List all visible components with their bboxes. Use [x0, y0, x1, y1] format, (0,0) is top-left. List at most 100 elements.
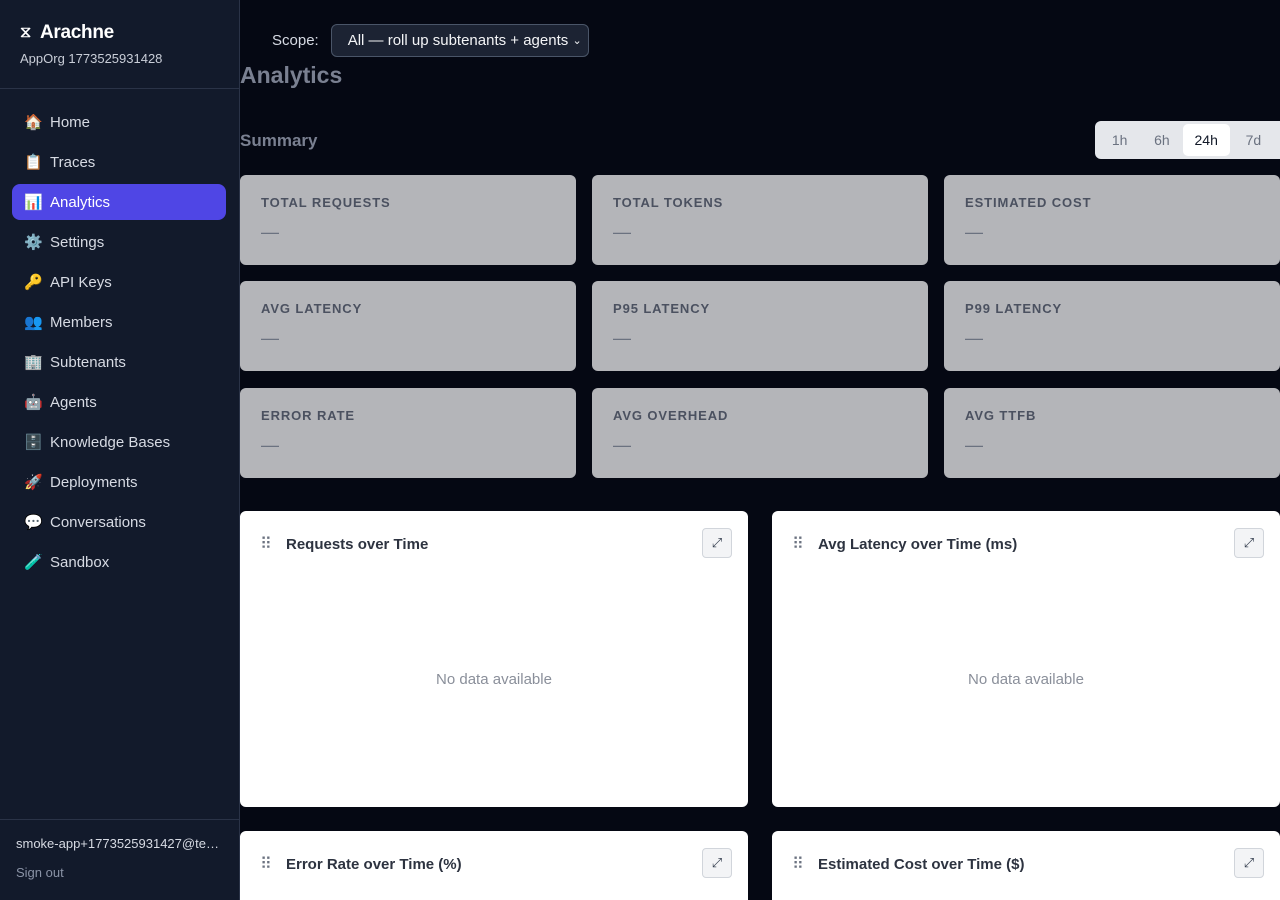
metric-label: ESTIMATED COST: [965, 195, 1092, 210]
key-icon: 🔑: [24, 274, 43, 291]
sidebar-nav: 🏠 Home 📋 Traces 📊 Analytics ⚙️ Settings 🔑 API Key…: [0, 89, 239, 580]
chart-panel: ⠿ Requests over Time ⤢ No data available: [240, 511, 748, 807]
metric-value: —: [261, 222, 279, 242]
metric-card-avg-latency: AVG LATENCY —: [240, 281, 576, 371]
metric-label: ERROR RATE: [261, 408, 355, 423]
chart-panel: ⠿ Estimated Cost over Time ($) ⤢: [772, 831, 1280, 900]
people-icon: 👥: [24, 314, 43, 331]
sidebar-item-members[interactable]: 👥 Members: [12, 304, 226, 340]
sidebar-item-knowledge-bases[interactable]: 🗄️ Knowledge Bases: [12, 424, 226, 460]
metric-card-p99-latency: P99 LATENCY —: [944, 281, 1280, 371]
range-button-7d[interactable]: 7d: [1230, 124, 1277, 156]
chart-title: Estimated Cost over Time ($): [818, 855, 1025, 873]
drag-handle-icon[interactable]: ⠿: [792, 854, 806, 874]
metric-value: —: [613, 435, 631, 455]
sidebar-item-agents[interactable]: 🤖 Agents: [12, 384, 226, 420]
sidebar-item-deployments[interactable]: 🚀 Deployments: [12, 464, 226, 500]
expand-icon[interactable]: ⤢: [1234, 848, 1264, 878]
metric-value: —: [965, 328, 983, 348]
chart-header: ⠿ Estimated Cost over Time ($): [792, 854, 1024, 874]
metric-label: AVG LATENCY: [261, 301, 363, 316]
building-icon: 🏢: [24, 354, 43, 371]
sidebar-item-traces[interactable]: 📋 Traces: [12, 144, 226, 180]
metric-label: P95 LATENCY: [613, 301, 711, 316]
scope-label: Scope:: [272, 32, 319, 49]
speech-bubble-icon: 💬: [24, 514, 43, 531]
sidebar-item-label: Analytics: [50, 193, 111, 211]
sidebar-item-label: Sandbox: [50, 553, 110, 571]
metric-card-p95-latency: P95 LATENCY —: [592, 281, 928, 371]
main-content: Scope: All — roll up subtenants + agents…: [240, 0, 1280, 900]
metric-value: —: [965, 222, 983, 242]
sidebar-item-home[interactable]: 🏠 Home: [12, 104, 226, 140]
expand-icon[interactable]: ⤢: [1234, 528, 1264, 558]
chart-title: Avg Latency over Time (ms): [818, 535, 1018, 553]
test-tube-icon: 🧪: [24, 554, 43, 571]
cabinet-icon: 🗄️: [24, 434, 43, 451]
chart-header: ⠿ Avg Latency over Time (ms): [792, 534, 1017, 554]
scope-selected-value: All — roll up subtenants + agents: [347, 32, 569, 49]
sidebar-item-sandbox[interactable]: 🧪 Sandbox: [12, 544, 226, 580]
metric-label: TOTAL REQUESTS: [261, 195, 391, 210]
expand-icon[interactable]: ⤢: [702, 528, 732, 558]
metric-card-avg-overhead: AVG OVERHEAD —: [592, 388, 928, 478]
summary-heading: Summary: [240, 131, 318, 150]
chevron-down-icon: ⌄: [572, 35, 582, 47]
scope-row: Scope: All — roll up subtenants + agents…: [272, 24, 589, 57]
metric-label: TOTAL TOKENS: [613, 195, 724, 210]
sign-out-link[interactable]: Sign out: [16, 865, 223, 880]
sidebar-item-label: Traces: [50, 153, 96, 171]
sidebar-item-label: Subtenants: [50, 353, 126, 371]
chart-panel: ⠿ Avg Latency over Time (ms) ⤢ No data avai…: [772, 511, 1280, 807]
metric-value: —: [965, 435, 983, 455]
chart-header: ⠿ Requests over Time: [260, 534, 428, 554]
metric-card-avg-ttfb: AVG TTFB —: [944, 388, 1280, 478]
gear-icon: ⚙️: [24, 234, 43, 251]
metric-value: —: [613, 222, 631, 242]
sidebar-item-label: Agents: [50, 393, 97, 411]
page-title: Analytics: [240, 62, 343, 88]
brand-name: Arachne: [40, 22, 114, 43]
clipboard-icon: 📋: [24, 154, 43, 171]
sidebar-item-conversations[interactable]: 💬 Conversations: [12, 504, 226, 540]
scope-select[interactable]: All — roll up subtenants + agents ⌄: [330, 24, 589, 57]
robot-icon: 🤖: [24, 394, 43, 411]
sidebar-item-label: Home: [50, 113, 91, 131]
metric-value: —: [261, 435, 279, 455]
range-button-24h[interactable]: 24h: [1182, 124, 1230, 156]
sidebar-item-subtenants[interactable]: 🏢 Subtenants: [12, 344, 226, 380]
chart-title: Error Rate over Time (%): [286, 855, 462, 873]
range-button-6h[interactable]: 6h: [1141, 124, 1182, 156]
metric-value: —: [261, 328, 279, 348]
no-data-message: No data available: [436, 671, 552, 688]
chart-header: ⠿ Error Rate over Time (%): [260, 854, 462, 874]
drag-handle-icon[interactable]: ⠿: [792, 534, 806, 554]
metric-label: AVG OVERHEAD: [613, 408, 729, 423]
sidebar-item-settings[interactable]: ⚙️ Settings: [12, 224, 226, 260]
time-range-selector: 1h 6h 24h 7d: [1095, 121, 1280, 159]
sidebar-item-label: Conversations: [50, 513, 146, 531]
sidebar-footer: smoke-app+1773525931427@test.arachne.ai …: [0, 819, 239, 900]
range-button-1h[interactable]: 1h: [1098, 124, 1141, 156]
sidebar-item-analytics[interactable]: 📊 Analytics: [12, 184, 226, 220]
sidebar-item-label: Settings: [50, 233, 105, 251]
home-icon: 🏠: [24, 114, 43, 131]
metric-card-total-tokens: TOTAL TOKENS —: [592, 175, 928, 265]
metric-value: —: [613, 328, 631, 348]
bar-chart-icon: 📊: [24, 194, 43, 211]
hourglass-logo-icon: ⧖: [20, 24, 31, 41]
brand-title[interactable]: ⧖ Arachne: [20, 22, 219, 44]
metric-label: AVG TTFB: [965, 408, 1037, 423]
chart-panel: ⠿ Error Rate over Time (%) ⤢: [240, 831, 748, 900]
no-data-message: No data available: [968, 671, 1084, 688]
metric-label: P99 LATENCY: [965, 301, 1063, 316]
sidebar-item-label: Members: [50, 313, 113, 331]
chart-title: Requests over Time: [286, 535, 429, 553]
drag-handle-icon[interactable]: ⠿: [260, 854, 274, 874]
drag-handle-icon[interactable]: ⠿: [260, 534, 274, 554]
sidebar-item-api-keys[interactable]: 🔑 API Keys: [12, 264, 226, 300]
metric-card-estimated-cost: ESTIMATED COST —: [944, 175, 1280, 265]
rocket-icon: 🚀: [24, 474, 43, 491]
user-email: smoke-app+1773525931427@test.arachne.ai: [16, 836, 224, 851]
expand-icon[interactable]: ⤢: [702, 848, 732, 878]
